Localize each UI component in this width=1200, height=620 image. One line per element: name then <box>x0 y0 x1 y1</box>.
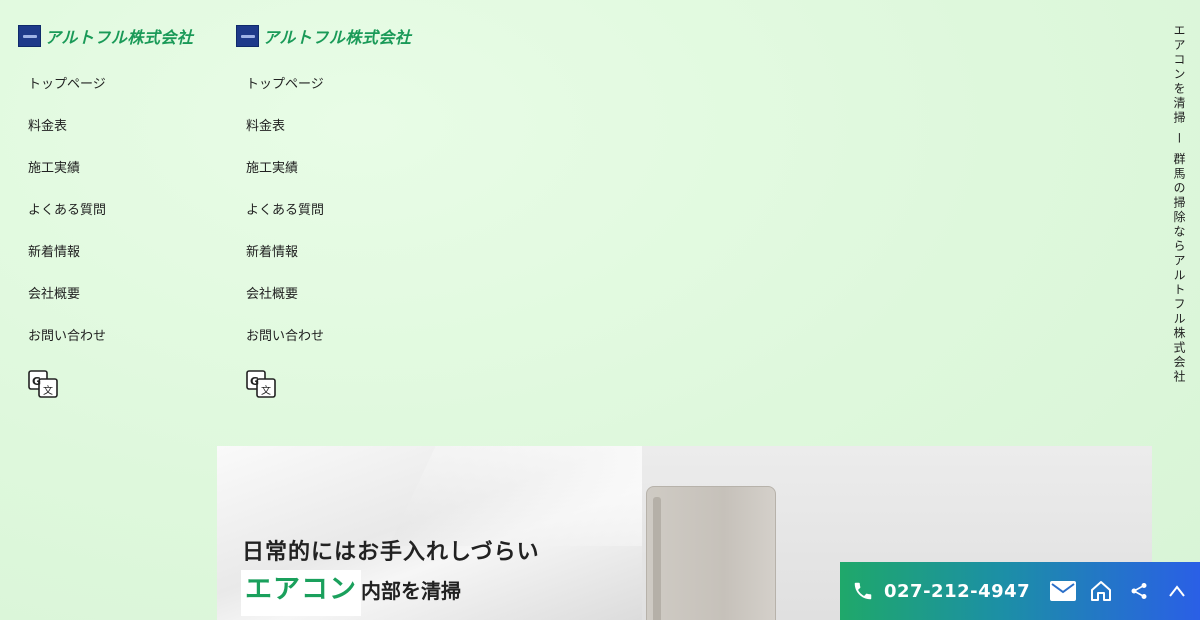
company-logo[interactable]: アルトフル株式会社 <box>18 24 208 48</box>
svg-text:文: 文 <box>261 384 271 397</box>
nav-item-contact[interactable]: お問い合わせ <box>246 327 426 369</box>
share-button[interactable] <box>1124 576 1154 606</box>
nav-link[interactable]: 施工実績 <box>246 161 298 176</box>
contact-bar: 027-212-4947 <box>840 562 1200 620</box>
nav-link[interactable]: トップページ <box>28 77 106 92</box>
nav-link[interactable]: 新着情報 <box>28 245 80 260</box>
vertical-tagline: エアコンを清掃 ー 群馬の掃除ならアルトフル株式会社 <box>1172 24 1186 385</box>
nav-item-news[interactable]: 新着情報 <box>28 243 208 285</box>
home-button[interactable] <box>1086 576 1116 606</box>
nav-link[interactable]: お問い合わせ <box>28 329 106 344</box>
nav-item-faq[interactable]: よくある質問 <box>246 201 426 243</box>
air-conditioner-image <box>646 486 776 620</box>
svg-text:文: 文 <box>43 384 53 397</box>
hero-highlight: エアコン <box>241 570 361 616</box>
nav-item-company[interactable]: 会社概要 <box>28 285 208 327</box>
nav-column-1: アルトフル株式会社 トップページ 料金表 施工実績 よくある質問 新着情報 会社… <box>18 24 208 399</box>
hero-headline-line1: 日常的にはお手入れしづらい <box>242 540 540 565</box>
nav-link[interactable]: 料金表 <box>28 119 67 134</box>
chevron-up-icon <box>1169 585 1185 597</box>
translate-icon[interactable]: G 文 <box>28 369 58 399</box>
nav-column-2: アルトフル株式会社 トップページ 料金表 施工実績 よくある質問 新着情報 会社… <box>236 24 426 399</box>
nav-link[interactable]: 会社概要 <box>246 287 298 302</box>
nav-link[interactable]: 施工実績 <box>28 161 80 176</box>
translate-icon[interactable]: G 文 <box>246 369 276 399</box>
phone-link[interactable]: 027-212-4947 <box>840 580 1040 602</box>
home-icon <box>1091 581 1111 601</box>
phone-number: 027-212-4947 <box>884 580 1031 602</box>
nav-item-price[interactable]: 料金表 <box>246 117 426 159</box>
nav-item-contact[interactable]: お問い合わせ <box>28 327 208 369</box>
nav-item-price[interactable]: 料金表 <box>28 117 208 159</box>
logo-mark <box>236 25 259 47</box>
phone-icon <box>854 582 872 600</box>
nav-link[interactable]: よくある質問 <box>246 203 324 218</box>
nav-item-top[interactable]: トップページ <box>28 75 208 117</box>
hero-headline-line2: エアコン 内部を清掃 <box>241 570 461 616</box>
scroll-top-button[interactable] <box>1162 576 1192 606</box>
svg-text:G: G <box>32 375 41 388</box>
mail-button[interactable] <box>1048 576 1078 606</box>
mail-icon <box>1050 581 1076 601</box>
company-name: アルトフル株式会社 <box>263 28 412 47</box>
company-logo[interactable]: アルトフル株式会社 <box>236 24 426 48</box>
nav-link[interactable]: よくある質問 <box>28 203 106 218</box>
nav-link[interactable]: お問い合わせ <box>246 329 324 344</box>
share-icon <box>1131 583 1147 599</box>
nav-item-faq[interactable]: よくある質問 <box>28 201 208 243</box>
nav-item-works[interactable]: 施工実績 <box>28 159 208 201</box>
nav-link[interactable]: トップページ <box>246 77 324 92</box>
nav-link[interactable]: 会社概要 <box>28 287 80 302</box>
nav-item-works[interactable]: 施工実績 <box>246 159 426 201</box>
svg-text:G: G <box>250 375 259 388</box>
nav-link[interactable]: 料金表 <box>246 119 285 134</box>
nav-item-top[interactable]: トップページ <box>246 75 426 117</box>
hero-headline-rest: 内部を清掃 <box>361 579 461 603</box>
logo-mark <box>18 25 41 47</box>
nav-list: トップページ 料金表 施工実績 よくある質問 新着情報 会社概要 お問い合わせ <box>236 75 426 369</box>
nav-list: トップページ 料金表 施工実績 よくある質問 新着情報 会社概要 お問い合わせ <box>18 75 208 369</box>
company-name: アルトフル株式会社 <box>45 28 194 47</box>
nav-item-news[interactable]: 新着情報 <box>246 243 426 285</box>
nav-item-company[interactable]: 会社概要 <box>246 285 426 327</box>
nav-link[interactable]: 新着情報 <box>246 245 298 260</box>
